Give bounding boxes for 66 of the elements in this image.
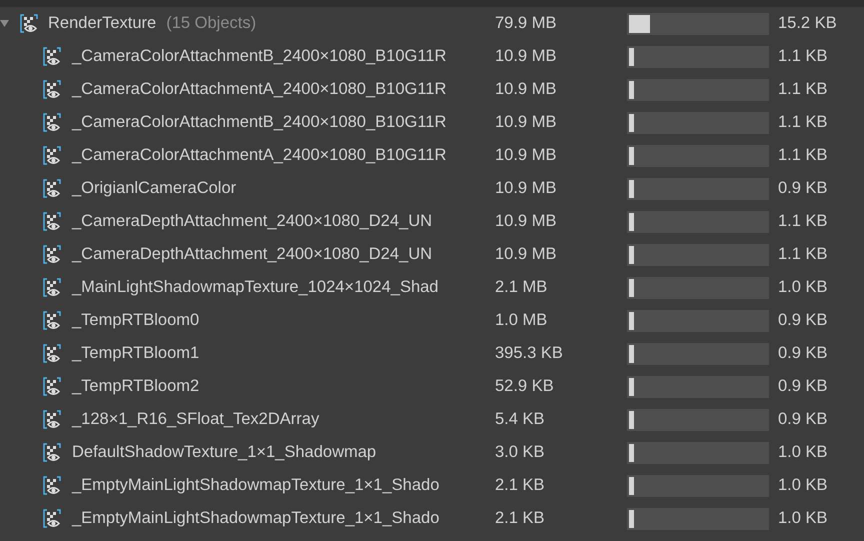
reading-value: 1.1 KB <box>778 244 828 266</box>
size-value: 52.9 KB <box>495 376 555 398</box>
reading-value: 0.9 KB <box>778 376 828 398</box>
render-texture-icon <box>43 509 61 528</box>
render-texture-icon <box>43 212 61 231</box>
reading-value: 1.1 KB <box>778 79 828 100</box>
object-name: _TempRTBloom2 <box>72 376 200 398</box>
reading-value: 1.1 KB <box>778 46 828 68</box>
object-name: _CameraDepthAttachment_2400×1080_D24_UN <box>72 211 432 232</box>
render-texture-icon <box>43 113 61 132</box>
render-texture-icon <box>43 377 61 396</box>
render-texture-icon <box>43 476 61 495</box>
reading-value: 1.1 KB <box>778 112 828 134</box>
object-name: _CameraColorAttachmentB_2400×1080_B10G11R <box>72 46 446 68</box>
size-value: 79.9 MB <box>495 13 558 34</box>
size-value: 10.9 MB <box>495 244 558 266</box>
render-texture-icon <box>43 344 61 363</box>
size-value: 10.9 MB <box>495 79 558 100</box>
size-value: 5.4 KB <box>495 409 546 430</box>
reading-value: 1.0 KB <box>778 442 828 464</box>
render-texture-icon <box>43 179 61 198</box>
expand-arrow-icon[interactable] <box>0 19 9 28</box>
object-name: _OrigianlCameraColor <box>72 178 236 200</box>
reading-value: 1.1 KB <box>778 145 828 166</box>
render-texture-icon <box>20 14 38 33</box>
size-value: 2.1 KB <box>495 508 546 530</box>
size-value: 10.9 MB <box>495 211 558 232</box>
size-value: 395.3 KB <box>495 343 564 364</box>
reading-value: 15.2 KB <box>778 13 837 34</box>
group-name: RenderTexture <box>48 13 156 34</box>
size-value: 10.9 MB <box>495 145 558 166</box>
size-value: 3.0 KB <box>495 442 546 464</box>
reading-value: 1.1 KB <box>778 211 828 232</box>
object-name: _TempRTBloom0 <box>72 310 200 332</box>
object-name: _CameraDepthAttachment_2400×1080_D24_UN <box>72 244 432 266</box>
render-texture-icon <box>43 245 61 264</box>
render-texture-icon <box>43 80 61 99</box>
reading-value: 0.9 KB <box>778 178 828 200</box>
size-value: 2.1 MB <box>495 277 548 298</box>
object-name: _128×1_R16_SFloat_Tex2DArray <box>72 409 320 430</box>
size-value: 10.9 MB <box>495 178 558 200</box>
object-name: _CameraColorAttachmentA_2400×1080_B10G11R <box>72 145 446 166</box>
render-texture-icon <box>43 47 61 66</box>
object-count: (15 Objects) <box>166 13 256 34</box>
reading-value: 1.0 KB <box>778 508 828 530</box>
reading-value: 0.9 KB <box>778 343 828 364</box>
render-texture-icon <box>43 278 61 297</box>
object-name: _MainLightShadowmapTexture_1024×1024_Shad <box>72 277 438 298</box>
reading-value: 1.0 KB <box>778 475 828 496</box>
size-value: 1.0 MB <box>495 310 548 332</box>
size-value: 10.9 MB <box>495 112 558 134</box>
object-name: _TempRTBloom1 <box>72 343 200 364</box>
object-name: _CameraColorAttachmentB_2400×1080_B10G11R <box>72 112 446 134</box>
render-texture-icon <box>43 146 61 165</box>
object-name: _EmptyMainLightShadowmapTexture_1×1_Shado <box>72 475 440 496</box>
render-texture-icon <box>43 443 61 462</box>
reading-value: 0.9 KB <box>778 310 828 332</box>
reading-value: 1.0 KB <box>778 277 828 298</box>
object-name: _EmptyMainLightShadowmapTexture_1×1_Shado <box>72 508 440 530</box>
object-name: _CameraColorAttachmentA_2400×1080_B10G11R <box>72 79 446 100</box>
size-value: 2.1 KB <box>495 475 546 496</box>
render-texture-icon <box>43 410 61 429</box>
render-texture-icon <box>43 311 61 330</box>
object-name: DefaultShadowTexture_1×1_Shadowmap <box>72 442 376 464</box>
size-value: 10.9 MB <box>495 46 558 68</box>
reading-value: 0.9 KB <box>778 409 828 430</box>
